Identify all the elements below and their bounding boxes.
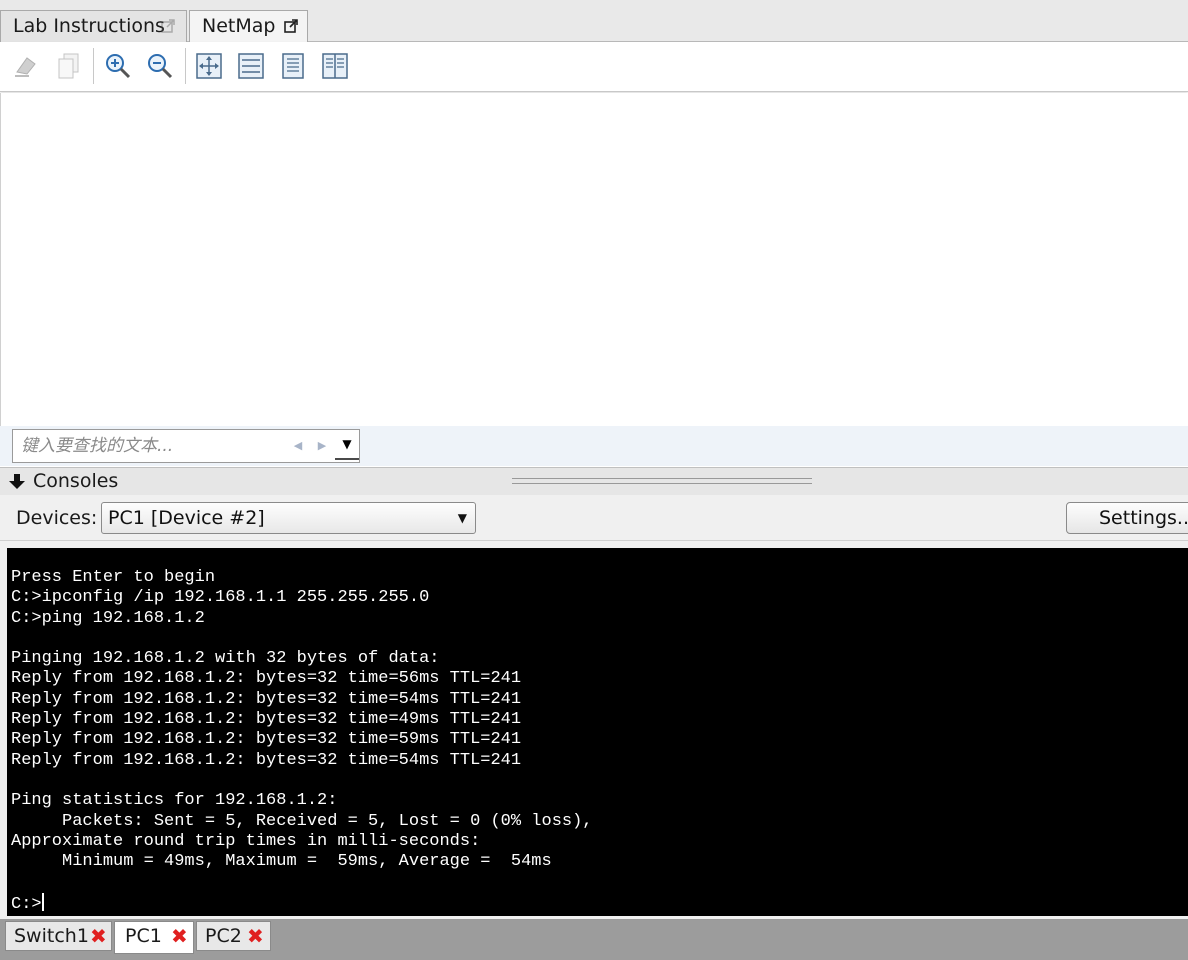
zoom-out-icon[interactable] [145,51,175,81]
terminal-line: Reply from 192.168.1.2: bytes=32 time=54… [11,750,522,770]
terminal-line: Pinging 192.168.1.2 with 32 bytes of dat… [11,649,440,669]
device-tab-label: PC2 [205,925,242,947]
top-tab-strip: Lab Instructions NetMap [0,0,1188,42]
consoles-header[interactable]: Consoles [0,467,1188,495]
device-tab-label: Switch1 [14,925,89,947]
resize-grip[interactable] [512,478,812,484]
device-select-value: PC1 [Device #2] [108,507,265,529]
zoom-in-icon[interactable] [103,51,133,81]
close-icon[interactable]: ✖ [171,922,188,950]
copy-icon[interactable] [54,51,84,81]
devices-row: Devices: PC1 [Device #2] ▼ Settings... [0,495,1188,541]
fit-icon[interactable] [194,51,224,81]
single-page-icon[interactable] [278,51,308,81]
terminal-line: Minimum = 49ms, Maximum = 59ms, Average … [11,852,552,872]
arrow-down-icon[interactable] [8,474,26,490]
eraser-icon[interactable] [12,51,42,81]
terminal-line: Approximate round trip times in milli-se… [11,831,481,851]
device-tab-pc1[interactable]: PC1 ✖ [114,921,194,954]
tab-netmap-label: NetMap [202,15,276,37]
terminal-line: Reply from 192.168.1.2: bytes=32 time=59… [11,730,522,750]
terminal-line: Reply from 192.168.1.2: bytes=32 time=54… [11,689,522,709]
find-input[interactable] [13,430,293,462]
terminal-frame: Press Enter to begin C:>ipconfig /ip 192.… [0,541,1188,919]
find-bar: ◀ ▶ ▼ [0,426,1188,466]
toolbar-separator [93,48,94,84]
settings-button[interactable]: Settings... [1066,502,1188,534]
device-tab-pc2[interactable]: PC2 ✖ [196,921,271,951]
console-terminal[interactable]: Press Enter to begin C:>ipconfig /ip 192.… [7,548,1188,916]
chevron-down-icon: ▼ [457,511,467,525]
device-tab-switch1[interactable]: Switch1 ✖ [5,921,112,951]
tab-lab-instructions-label: Lab Instructions [13,15,165,37]
terminal-line: Reply from 192.168.1.2: bytes=32 time=56… [11,669,522,689]
consoles-title: Consoles [33,470,119,492]
device-tab-strip: Switch1 ✖ PC1 ✖ PC2 ✖ [0,919,1188,960]
terminal-line: C:>ipconfig /ip 192.168.1.1 255.255.255.… [11,588,430,608]
popout-icon[interactable] [161,19,175,33]
devices-label: Devices: [16,507,98,529]
terminal-line: Ping statistics for 192.168.1.2: [11,791,338,811]
tab-netmap[interactable]: NetMap [189,10,308,42]
tab-lab-instructions[interactable]: Lab Instructions [0,10,187,42]
terminal-line: Press Enter to begin [11,568,216,587]
page-width-icon[interactable] [236,51,266,81]
find-prev-icon[interactable]: ◀ [291,439,305,453]
toolbar-separator [185,48,186,84]
device-tab-label: PC1 [125,925,162,947]
close-icon[interactable]: ✖ [90,922,107,950]
toolbar [0,42,1188,92]
terminal-line: C:>ping 192.168.1.2 [11,608,205,628]
find-next-icon[interactable]: ▶ [315,439,329,453]
text-cursor [41,892,44,911]
popout-icon[interactable] [284,19,298,33]
find-dropdown-icon[interactable]: ▼ [335,432,359,460]
close-icon[interactable]: ✖ [247,922,264,950]
terminal-line: Packets: Sent = 5, Received = 5, Lost = … [11,811,593,831]
device-select[interactable]: PC1 [Device #2] ▼ [101,502,476,534]
terminal-prompt: C:> [11,892,44,914]
find-box: ◀ ▶ ▼ [12,429,360,463]
two-page-icon[interactable] [320,51,350,81]
terminal-line: Reply from 192.168.1.2: bytes=32 time=49… [11,710,522,730]
instructions-content [0,93,1188,426]
